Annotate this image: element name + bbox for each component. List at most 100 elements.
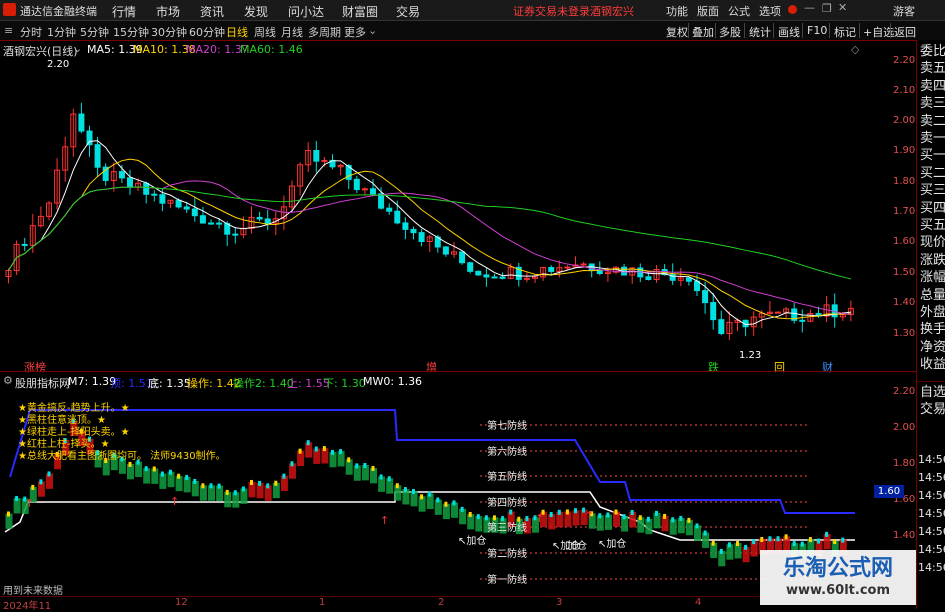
indicator-candle: [727, 542, 731, 548]
sidebar-item[interactable]: 卖四: [920, 79, 945, 95]
indicator-notes: ★黄金搞反-趋势上升。★ ★黑柱住意逃顶。★ ★绿柱走上-择阳头卖。★ ★红柱上…: [18, 403, 226, 463]
period-1min[interactable]: 1分钟: [47, 24, 76, 40]
menu-xuanxiang[interactable]: 选项: [759, 3, 781, 19]
sidebar-item[interactable]: 买二: [920, 166, 945, 182]
menu-jiaoyi[interactable]: 交易: [396, 3, 420, 20]
stock-name-label[interactable]: 酒钢宏兴(日线): [3, 43, 78, 59]
sidebar-item[interactable]: 卖二: [920, 114, 945, 130]
period-month[interactable]: 月线: [281, 24, 303, 40]
sidebar-item[interactable]: 总量: [920, 288, 945, 304]
candle-body: [459, 251, 466, 264]
period-15min[interactable]: 15分钟: [113, 24, 149, 40]
defense-line-4: 第四防线: [487, 498, 527, 509]
sidebar-item[interactable]: 买四: [920, 201, 945, 217]
sidebar-item[interactable]: 涨幅: [920, 270, 945, 286]
dropdown-chevron-icon[interactable]: ⌄: [73, 42, 82, 55]
separator: [773, 23, 774, 38]
add-position-label: ↖加仓: [598, 539, 627, 550]
period-week[interactable]: 周线: [254, 24, 276, 40]
btn-fuquan[interactable]: 复权: [666, 24, 688, 40]
sidebar-item[interactable]: 现价: [920, 235, 945, 251]
candle-body: [645, 276, 652, 280]
candle-body: [402, 222, 409, 230]
btn-tongji[interactable]: 统计: [749, 24, 771, 40]
sidebar-zixuan[interactable]: 自选: [920, 385, 945, 401]
btn-duogu[interactable]: 多股: [719, 24, 741, 40]
ma-line: [8, 140, 851, 326]
menu-gongneng[interactable]: 功能: [666, 3, 688, 19]
candle-body: [216, 222, 223, 225]
indicator-candle: [355, 463, 359, 469]
menu-zixun[interactable]: 资讯: [200, 3, 224, 20]
menu-banmian[interactable]: 版面: [697, 3, 719, 19]
period-more[interactable]: 更多: [344, 24, 366, 40]
stock-tag: 酒钢宏兴: [590, 5, 634, 18]
y-tick: 1.40: [893, 297, 916, 308]
more-chevron-down-icon[interactable]: ⌄: [368, 24, 377, 37]
menu-wenxiaoda[interactable]: 问小达: [288, 3, 324, 20]
period-day[interactable]: 日线: [226, 24, 248, 40]
login-warning[interactable]: 证券交易未登录: [513, 3, 590, 19]
btn-huaxian[interactable]: 画线: [778, 24, 800, 40]
menu-gongshi[interactable]: 公式: [728, 3, 750, 19]
menu-shichang[interactable]: 市场: [156, 3, 180, 20]
y-tick: 1.30: [893, 328, 916, 339]
notice-icon[interactable]: [788, 5, 797, 14]
indicator-candle: [339, 449, 343, 455]
menu-hangqing[interactable]: 行情: [112, 3, 136, 20]
candle-body: [151, 193, 158, 196]
indicator-candle: [193, 478, 197, 484]
sidebar-item[interactable]: 委比: [920, 44, 945, 60]
kline-chart-panel[interactable]: 酒钢宏兴(日线) ⌄ MA5: 1.39 MA10: 1.38 MA20: 1.…: [0, 40, 860, 374]
ma60-label: MA60: 1.46: [240, 43, 303, 56]
sidebar-item[interactable]: 买五: [920, 218, 945, 234]
sidebar-item[interactable]: 涨跌: [920, 253, 945, 269]
indicator-candle: [622, 514, 626, 520]
candle-body: [418, 232, 425, 242]
indicator-m7: M7: 1.39: [68, 375, 117, 388]
btn-f10[interactable]: F10: [807, 24, 827, 37]
indicator-name[interactable]: 股朋指标网: [15, 375, 70, 391]
defense-line-7: 第七防线: [487, 421, 527, 432]
minimize-icon[interactable]: —: [804, 1, 815, 14]
sidebar-divider: [917, 381, 945, 382]
sidebar-item[interactable]: 收益: [920, 357, 945, 373]
period-60min[interactable]: 60分钟: [189, 24, 225, 40]
kline-chart[interactable]: [0, 40, 860, 370]
watermark-title: 乐淘公式网: [782, 556, 893, 581]
close-icon[interactable]: ✕: [838, 1, 847, 14]
indicator-candle: [784, 534, 788, 540]
indicator-candle: [752, 539, 756, 545]
sidebar-item[interactable]: 换手: [920, 322, 945, 338]
sidebar-jiaoyi[interactable]: 交易: [920, 402, 945, 418]
menu-caifuquan[interactable]: 财富圈: [342, 3, 378, 20]
period-5min[interactable]: 5分钟: [80, 24, 109, 40]
diamond-icon[interactable]: ◇: [851, 43, 859, 56]
sidebar-item[interactable]: 外盘: [920, 305, 945, 321]
sidebar-item[interactable]: 买一: [920, 148, 945, 164]
period-fenshi[interactable]: 分时: [20, 24, 42, 40]
sidebar-item[interactable]: 卖一: [920, 131, 945, 147]
sidebar-item[interactable]: 买三: [920, 183, 945, 199]
btn-back[interactable]: 返回: [894, 24, 916, 40]
watermark: 乐淘公式网 www.60lt.com: [760, 550, 916, 605]
indicator-candle: [185, 474, 189, 480]
btn-diejia[interactable]: 叠加: [692, 24, 714, 40]
period-multi[interactable]: 多周期: [308, 24, 341, 40]
sidebar-item[interactable]: 卖三: [920, 96, 945, 112]
period-30min[interactable]: 30分钟: [151, 24, 187, 40]
sidebar-item[interactable]: 净资: [920, 340, 945, 356]
indicator-candle: [31, 484, 35, 490]
separator: [744, 23, 745, 38]
toolbar-menu-icon[interactable]: ≡: [4, 24, 13, 37]
maximize-icon[interactable]: ❐: [822, 2, 832, 15]
settings-icon[interactable]: ⚙: [3, 374, 13, 387]
sidebar-item[interactable]: 卖五: [920, 61, 945, 77]
user-label[interactable]: 游客: [893, 3, 915, 19]
note-line: ★红柱上柱-择买。★: [18, 439, 110, 450]
indicator-candle: [825, 531, 829, 537]
btn-biaoji[interactable]: 标记: [834, 24, 856, 40]
candle-body: [353, 178, 360, 190]
indicator-panel[interactable]: ↑ ↑ ↑ ↑ ↑ ⚙ 股朋指标网 M7: 1.39 顶: 1.51 底: 1.35 操…: [0, 372, 860, 597]
menu-faxian[interactable]: 发现: [244, 3, 268, 20]
